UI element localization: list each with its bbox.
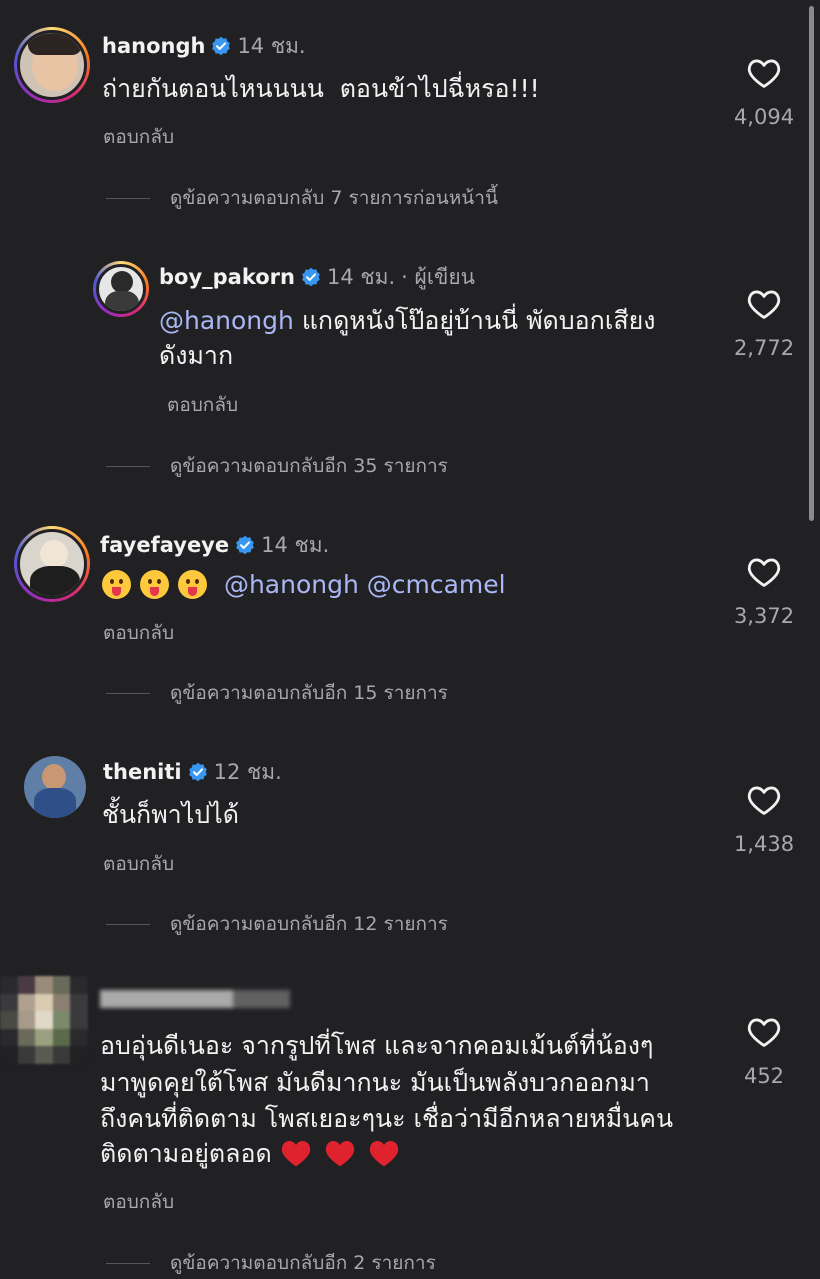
heart-outline-icon[interactable] xyxy=(747,1016,781,1048)
like-column: 4,094 xyxy=(719,57,809,129)
username[interactable]: fayefayeye xyxy=(100,532,229,558)
comment-header: theniti 12 ชม. xyxy=(103,759,282,785)
person-icon xyxy=(111,271,133,293)
comment-text-line: มาพูดคุยใต้โพส มันดีมากนะ มันเป็นพลังบวก… xyxy=(100,1068,650,1097)
mention-link[interactable]: @hanongh @cmcamel xyxy=(224,570,506,599)
view-replies-label: ดูข้อความตอบกลับอีก 15 รายการ xyxy=(170,682,448,704)
divider-line xyxy=(106,692,150,694)
verified-badge-icon xyxy=(302,267,320,287)
verified-badge-icon xyxy=(188,762,207,782)
comment-text-line: ถึงคนที่ติดตาม โพสเยอะๆนะ เชื่อว่ามีอีกห… xyxy=(100,1104,674,1133)
view-replies-label: ดูข้อความตอบกลับอีก 12 รายการ xyxy=(170,913,448,935)
comment-time: 14 ชม. xyxy=(261,533,330,557)
like-column: 1,438 xyxy=(719,784,809,856)
comment-text-line: แกดูหนังโป๊อยู่บ้านนี่ พัดบอกเสียง xyxy=(293,306,656,335)
like-count: 452 xyxy=(743,1064,785,1088)
person-icon xyxy=(40,540,68,568)
reply-button[interactable]: ตอบกลับ xyxy=(103,618,174,648)
reply-button[interactable]: ตอบกลับ xyxy=(103,122,174,152)
like-column: 2,772 xyxy=(719,288,809,360)
heart-outline-icon[interactable] xyxy=(747,784,781,816)
comment-text: @hanongh แกดูหนังโป๊อยู่บ้านนี่ พัดบอกเส… xyxy=(159,303,655,338)
heart-outline-icon[interactable] xyxy=(747,57,781,89)
avatar-fayefayeye[interactable] xyxy=(14,526,90,602)
tongue-out-emoji-icon xyxy=(178,570,207,599)
like-column: 452 xyxy=(719,1016,809,1088)
comment-time: 14 ชม. xyxy=(237,34,306,58)
comment-text: @hanongh @cmcamel xyxy=(102,567,506,602)
comment-text: ถ่ายกันตอนไหนนนน ตอนข้าไปฉี่หรอ!!! xyxy=(102,74,540,103)
verified-badge-icon xyxy=(236,535,254,555)
comment-header: boy_pakorn 14 ชม. · ผู้เขียน xyxy=(159,264,475,290)
reply-button[interactable]: ตอบกลับ xyxy=(167,390,238,420)
comment-text-line: อบอุ่นดีเนอะ จากรูปที่โพส และจากคอมเม้นต… xyxy=(100,1031,654,1060)
red-heart-icon xyxy=(325,1141,354,1167)
view-replies-button[interactable]: ดูข้อความตอบกลับอีก 2 รายการ xyxy=(106,1248,436,1278)
comment-time: 14 ชม. xyxy=(327,265,396,289)
username[interactable]: boy_pakorn xyxy=(159,264,295,290)
like-count: 2,772 xyxy=(733,336,795,360)
tongue-out-emoji-icon xyxy=(140,570,169,599)
tongue-out-emoji-icon xyxy=(102,570,131,599)
avatar-obscured[interactable] xyxy=(0,976,88,1064)
red-heart-icon xyxy=(369,1141,398,1167)
mention-link[interactable]: @hanongh xyxy=(159,306,294,335)
comment-text-line: ติดตามอยู่ตลอด xyxy=(100,1139,272,1168)
like-count: 1,438 xyxy=(733,832,795,856)
avatar-theniti[interactable] xyxy=(24,756,86,818)
avatar-boy-pakorn[interactable] xyxy=(93,261,149,317)
view-replies-label: ดูข้อความตอบกลับ 7 รายการก่อนหน้านี้ xyxy=(170,187,498,209)
comment-header: hanongh 14 ชม. xyxy=(102,33,306,59)
divider-line xyxy=(106,465,150,467)
like-count: 4,094 xyxy=(733,105,795,129)
comment-text: ชั้นก็พาไปได้ xyxy=(102,800,239,829)
heart-outline-icon[interactable] xyxy=(747,556,781,588)
reply-button[interactable]: ตอบกลับ xyxy=(103,849,174,879)
comment-time: 12 ชม. xyxy=(213,760,282,784)
avatar-hanongh[interactable] xyxy=(14,27,90,103)
comment-text-line: ดังมาก xyxy=(159,341,234,370)
divider-line xyxy=(106,1262,150,1264)
comment-text: ติดตามอยู่ตลอด xyxy=(100,1136,400,1171)
view-replies-label: ดูข้อความตอบกลับอีก 2 รายการ xyxy=(170,1252,436,1274)
heart-outline-icon[interactable] xyxy=(747,288,781,320)
comments-panel: hanongh 14 ชม. ถ่ายกันตอนไหนนนน ตอนข้าไป… xyxy=(0,0,820,1279)
view-replies-label: ดูข้อความตอบกลับอีก 35 รายการ xyxy=(170,455,448,477)
divider-line xyxy=(106,923,150,925)
red-heart-icon xyxy=(281,1141,310,1167)
view-replies-button[interactable]: ดูข้อความตอบกลับอีก 35 รายการ xyxy=(106,451,448,481)
username[interactable]: theniti xyxy=(103,759,182,785)
reply-button[interactable]: ตอบกลับ xyxy=(103,1187,174,1217)
comment-header: fayefayeye 14 ชม. xyxy=(100,532,329,558)
like-count: 3,372 xyxy=(733,604,795,628)
username[interactable]: hanongh xyxy=(102,33,205,59)
divider-line xyxy=(106,197,150,199)
scrollbar[interactable] xyxy=(809,6,814,521)
like-column: 3,372 xyxy=(719,556,809,628)
view-replies-button[interactable]: ดูข้อความตอบกลับ 7 รายการก่อนหน้านี้ xyxy=(106,183,498,213)
verified-badge-icon xyxy=(212,36,231,56)
view-replies-button[interactable]: ดูข้อความตอบกลับอีก 12 รายการ xyxy=(106,909,448,939)
person-icon xyxy=(42,764,66,790)
view-replies-button[interactable]: ดูข้อความตอบกลับอีก 15 รายการ xyxy=(106,678,448,708)
author-tag: · ผู้เขียน xyxy=(401,265,476,289)
obscured-username xyxy=(100,990,290,1008)
